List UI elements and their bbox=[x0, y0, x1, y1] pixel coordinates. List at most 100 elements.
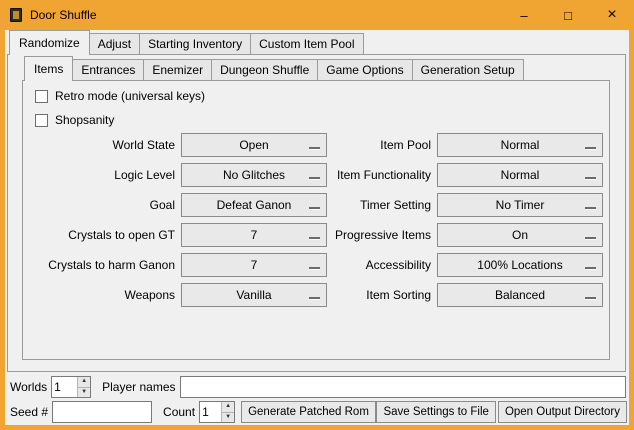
window-title: Door Shuffle bbox=[30, 8, 97, 22]
tab-items[interactable]: Items bbox=[24, 56, 73, 81]
retro-mode-label: Retro mode (universal keys) bbox=[55, 89, 205, 103]
player-names-input[interactable] bbox=[181, 377, 626, 397]
weapons-label: Weapons bbox=[35, 288, 175, 302]
item-pool-dropdown[interactable]: Normal bbox=[437, 133, 603, 157]
item-functionality-dropdown[interactable]: Normal bbox=[437, 163, 603, 187]
world-state-value: Open bbox=[239, 138, 268, 152]
tab-enemizer[interactable]: Enemizer bbox=[143, 59, 212, 81]
tab-adjust[interactable]: Adjust bbox=[89, 33, 140, 55]
seed-entry bbox=[52, 401, 152, 423]
tab-custom-item-pool[interactable]: Custom Item Pool bbox=[250, 33, 363, 55]
timer-setting-dropdown[interactable]: No Timer bbox=[437, 193, 603, 217]
count-spinner: ▲ ▼ bbox=[199, 401, 235, 423]
dropdown-indicator-icon bbox=[309, 177, 320, 179]
save-settings-button[interactable]: Save Settings to File bbox=[376, 401, 495, 423]
logic-level-value: No Glitches bbox=[223, 168, 285, 182]
close-button[interactable]: × bbox=[590, 0, 634, 30]
crystals-harm-ganon-label: Crystals to harm Ganon bbox=[35, 258, 175, 272]
dropdown-indicator-icon bbox=[585, 237, 596, 239]
goal-dropdown[interactable]: Defeat Ganon bbox=[181, 193, 327, 217]
worlds-row: Worlds ▲ ▼ Player names bbox=[7, 376, 627, 398]
open-output-directory-button[interactable]: Open Output Directory bbox=[498, 401, 627, 423]
weapons-dropdown[interactable]: Vanilla bbox=[181, 283, 327, 307]
dropdown-indicator-icon bbox=[309, 207, 320, 209]
dropdown-indicator-icon bbox=[309, 147, 320, 149]
spin-up-icon[interactable]: ▲ bbox=[78, 377, 90, 387]
option-row: World State Open Item Pool Normal bbox=[35, 133, 609, 157]
tab-generation-setup[interactable]: Generation Setup bbox=[412, 59, 524, 81]
dropdown-indicator-icon bbox=[585, 267, 596, 269]
seed-input[interactable] bbox=[53, 402, 151, 422]
logic-level-label: Logic Level bbox=[35, 168, 175, 182]
crystals-open-gt-value: 7 bbox=[251, 228, 258, 242]
progressive-items-value: On bbox=[512, 228, 528, 242]
progressive-items-label: Progressive Items bbox=[327, 228, 431, 242]
items-page: Retro mode (universal keys) Shopsanity W… bbox=[22, 80, 610, 360]
worlds-spin-arrows: ▲ ▼ bbox=[77, 377, 90, 397]
seed-label: Seed # bbox=[7, 405, 48, 419]
accessibility-dropdown[interactable]: 100% Locations bbox=[437, 253, 603, 277]
worlds-label: Worlds bbox=[7, 380, 47, 394]
dropdown-indicator-icon bbox=[309, 267, 320, 269]
caption-controls: – □ × bbox=[502, 0, 634, 30]
randomize-page: Items Entrances Enemizer Dungeon Shuffle… bbox=[7, 54, 626, 372]
tab-randomize[interactable]: Randomize bbox=[9, 30, 90, 55]
item-pool-value: Normal bbox=[501, 138, 540, 152]
tab-starting-inventory[interactable]: Starting Inventory bbox=[139, 33, 251, 55]
crystals-open-gt-dropdown[interactable]: 7 bbox=[181, 223, 327, 247]
crystals-harm-ganon-dropdown[interactable]: 7 bbox=[181, 253, 327, 277]
count-label: Count bbox=[160, 405, 195, 419]
dropdown-indicator-icon bbox=[585, 177, 596, 179]
retro-mode-checkbox[interactable] bbox=[35, 90, 48, 103]
shopsanity-row: Shopsanity bbox=[35, 113, 114, 127]
player-names-label: Player names bbox=[99, 380, 175, 394]
seed-row: Seed # Count ▲ ▼ Generate Patched Rom Sa… bbox=[7, 401, 627, 423]
item-sorting-dropdown[interactable]: Balanced bbox=[437, 283, 603, 307]
count-spin-arrows: ▲ ▼ bbox=[221, 402, 234, 422]
window: Door Shuffle – □ × Randomize Adjust Star… bbox=[0, 0, 634, 430]
outer-tab-bar: Randomize Adjust Starting Inventory Cust… bbox=[9, 31, 364, 55]
world-state-dropdown[interactable]: Open bbox=[181, 133, 327, 157]
tab-dungeon-shuffle[interactable]: Dungeon Shuffle bbox=[211, 59, 318, 81]
player-names-entry bbox=[180, 376, 627, 398]
spin-up-icon[interactable]: ▲ bbox=[222, 402, 234, 412]
crystals-open-gt-label: Crystals to open GT bbox=[35, 228, 175, 242]
option-row: Weapons Vanilla Item Sorting Balanced bbox=[35, 283, 609, 307]
tab-entrances[interactable]: Entrances bbox=[72, 59, 144, 81]
accessibility-label: Accessibility bbox=[327, 258, 431, 272]
option-row: Logic Level No Glitches Item Functionali… bbox=[35, 163, 609, 187]
retro-mode-row: Retro mode (universal keys) bbox=[35, 89, 205, 103]
tab-game-options[interactable]: Game Options bbox=[317, 59, 412, 81]
spin-down-icon[interactable]: ▼ bbox=[78, 387, 90, 398]
item-sorting-label: Item Sorting bbox=[327, 288, 431, 302]
minimize-button[interactable]: – bbox=[502, 0, 546, 30]
dropdown-indicator-icon bbox=[585, 147, 596, 149]
inner-tab-bar: Items Entrances Enemizer Dungeon Shuffle… bbox=[24, 57, 524, 81]
option-row: Crystals to open GT 7 Progressive Items … bbox=[35, 223, 609, 247]
maximize-button[interactable]: □ bbox=[546, 0, 590, 30]
dropdown-indicator-icon bbox=[585, 207, 596, 209]
shopsanity-checkbox[interactable] bbox=[35, 114, 48, 127]
weapons-value: Vanilla bbox=[236, 288, 271, 302]
spin-down-icon[interactable]: ▼ bbox=[222, 412, 234, 423]
timer-setting-value: No Timer bbox=[496, 198, 545, 212]
crystals-harm-ganon-value: 7 bbox=[251, 258, 258, 272]
accessibility-value: 100% Locations bbox=[477, 258, 562, 272]
worlds-input[interactable] bbox=[52, 377, 77, 397]
worlds-spinner: ▲ ▼ bbox=[51, 376, 91, 398]
count-input[interactable] bbox=[200, 402, 221, 422]
dropdown-indicator-icon bbox=[309, 297, 320, 299]
generate-patched-rom-button[interactable]: Generate Patched Rom bbox=[241, 401, 376, 423]
option-row: Crystals to harm Ganon 7 Accessibility 1… bbox=[35, 253, 609, 277]
item-sorting-value: Balanced bbox=[495, 288, 545, 302]
goal-value: Defeat Ganon bbox=[217, 198, 292, 212]
goal-label: Goal bbox=[35, 198, 175, 212]
timer-setting-label: Timer Setting bbox=[327, 198, 431, 212]
item-functionality-value: Normal bbox=[501, 168, 540, 182]
logic-level-dropdown[interactable]: No Glitches bbox=[181, 163, 327, 187]
options-grid: World State Open Item Pool Normal Logic … bbox=[23, 133, 609, 313]
shopsanity-label: Shopsanity bbox=[55, 113, 114, 127]
progressive-items-dropdown[interactable]: On bbox=[437, 223, 603, 247]
client-area: Randomize Adjust Starting Inventory Cust… bbox=[5, 30, 629, 425]
option-row: Goal Defeat Ganon Timer Setting No Timer bbox=[35, 193, 609, 217]
